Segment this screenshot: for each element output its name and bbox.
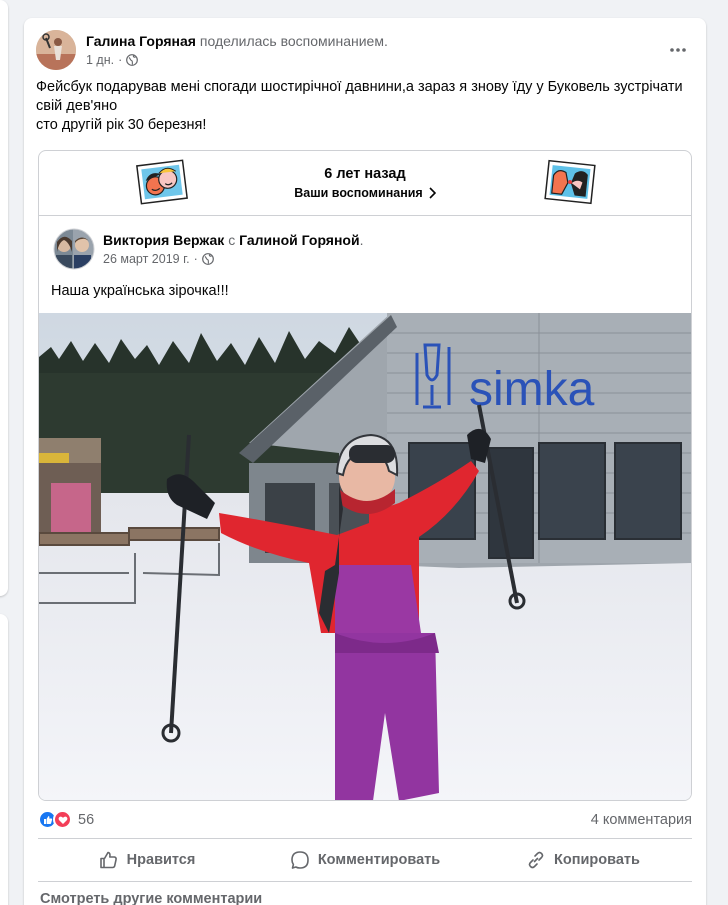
page-scrollbar[interactable] (718, 0, 728, 905)
view-more-comments-link[interactable]: Смотреть другие комментарии (40, 891, 262, 905)
chevron-right-icon (429, 187, 436, 199)
kiss-sticker-icon (544, 159, 596, 205)
meta-separator: · (118, 53, 123, 67)
post-meta: 1 дн. · (86, 53, 139, 67)
with-word: с (228, 232, 236, 248)
comment-button[interactable]: Комментировать (256, 839, 474, 881)
post-text: Фейсбук подарував мені спогади шостирічн… (36, 79, 683, 133)
left-side-card-lower (0, 614, 8, 905)
author-line: Галина Горяная поделилась воспоминанием. (86, 33, 388, 49)
shared-author-avatar[interactable] (53, 228, 95, 270)
comment-label: Комментировать (317, 852, 441, 868)
globe-icon[interactable] (126, 54, 139, 66)
tagged-person[interactable]: Галиной Горяной (239, 232, 359, 248)
author-action: поделилась воспоминанием. (199, 33, 388, 49)
memory-card: 6 лет назад Ваши воспоминания Виктория В… (38, 150, 692, 801)
thumbs-up-icon (99, 851, 117, 869)
post-photo[interactable]: simka (39, 313, 691, 800)
action-bar: Нравится Комментировать Копировать (38, 838, 692, 882)
shared-separator: · (193, 252, 198, 266)
shared-date[interactable]: 26 март 2019 г. (103, 252, 190, 266)
shared-post-text: Наша українська зірочка!!! (51, 283, 229, 299)
more-options-icon[interactable] (666, 38, 690, 62)
copy-button[interactable]: Копировать (474, 839, 692, 881)
comment-icon (291, 851, 309, 869)
left-side-card (0, 0, 8, 596)
simka-sign: simka (469, 363, 595, 416)
link-icon (528, 851, 544, 869)
like-label: Нравится (126, 852, 196, 868)
author-avatar[interactable] (36, 30, 76, 70)
author-name[interactable]: Галина Горяная (86, 33, 196, 49)
shared-author-line: Виктория Вержак с Галиной Горяной. (103, 232, 363, 248)
memory-banner[interactable]: 6 лет назад Ваши воспоминания (39, 151, 691, 216)
shared-meta: 26 март 2019 г. · (103, 252, 214, 266)
globe-icon[interactable] (201, 253, 214, 265)
shared-author-name[interactable]: Виктория Вержак (103, 232, 224, 248)
copy-label: Копировать (554, 852, 640, 868)
post-header: Галина Горяная поделилась воспоминанием. … (36, 30, 694, 72)
reaction-stats: 56 4 комментария (38, 808, 692, 832)
period: . (359, 232, 364, 248)
post-time[interactable]: 1 дн. (86, 53, 114, 67)
like-button[interactable]: Нравится (38, 839, 256, 881)
love-icon (53, 810, 72, 829)
memory-post: Галина Горяная поделилась воспоминанием. … (24, 18, 706, 905)
reaction-summary[interactable]: 56 (38, 810, 94, 829)
shared-post-header: Виктория Вержак с Галиной Горяной. 26 ма… (53, 228, 677, 272)
reaction-count: 56 (78, 811, 95, 828)
memory-link-label: Ваши воспоминания (294, 186, 423, 200)
comment-count[interactable]: 4 комментария (591, 812, 692, 828)
